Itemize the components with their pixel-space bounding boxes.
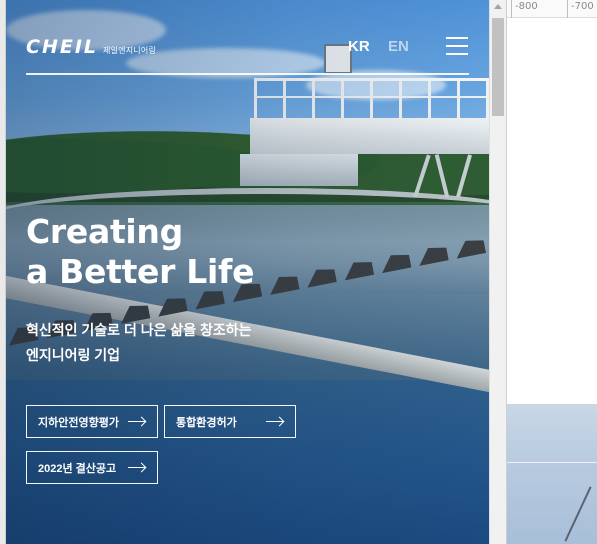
button-label: 2022년 결산공고 (38, 462, 117, 475)
hamburger-menu-icon[interactable] (446, 37, 468, 55)
language-kr-link[interactable]: KR (348, 38, 370, 55)
button-label: 지하안전영향평가 (38, 416, 119, 429)
arrow-right-icon (266, 421, 283, 422)
subcopy-line-2: 엔지니어링 기업 (26, 347, 121, 363)
arrow-right-icon (128, 467, 145, 468)
headline-line-1: Creating (26, 212, 183, 251)
integrated-environmental-permit-button[interactable]: 통합환경허가 (164, 405, 296, 438)
scrollbar-thumb[interactable] (492, 18, 504, 116)
header-divider (26, 73, 469, 75)
financial-statement-2022-button[interactable]: 2022년 결산공고 (26, 451, 158, 484)
ruler-tick (567, 0, 568, 18)
screen: CHEIL 제일엔지니어링 KR EN Creating a Better Li… (0, 0, 597, 544)
button-label: 통합환경허가 (176, 416, 237, 429)
scroll-up-arrow-icon[interactable] (494, 4, 502, 9)
logo[interactable]: CHEIL 제일엔지니어링 (26, 36, 156, 58)
logo-subtitle: 제일엔지니어링 (103, 46, 156, 55)
language-en-link[interactable]: EN (388, 38, 409, 55)
logo-wordmark: CHEIL (26, 36, 99, 58)
underground-safety-assessment-button[interactable]: 지하안전영향평가 (26, 405, 158, 438)
hero-headline: Creating a Better Life (26, 212, 254, 292)
devtools-canvas-panel: -800 -700 (506, 0, 597, 544)
hero-subcopy: 혁신적인 기술로 더 나은 삶을 창조하는 엔지니어링 기업 (26, 318, 252, 368)
subcopy-line-1: 혁신적인 기술로 더 나은 삶을 창조하는 (26, 322, 252, 338)
headline-line-2: a Better Life (26, 252, 255, 291)
ruler-label-right: -700 (571, 1, 594, 12)
vertical-scrollbar[interactable] (489, 0, 506, 544)
preview-image-fragment (507, 404, 597, 544)
site-header: CHEIL 제일엔지니어링 KR EN (26, 30, 469, 76)
mobile-viewport: CHEIL 제일엔지니어링 KR EN Creating a Better Li… (6, 0, 489, 544)
arrow-right-icon (128, 421, 145, 422)
ruler-tick (511, 0, 512, 18)
horizontal-ruler: -800 -700 (507, 0, 597, 18)
ruler-label-left: -800 (515, 1, 538, 12)
